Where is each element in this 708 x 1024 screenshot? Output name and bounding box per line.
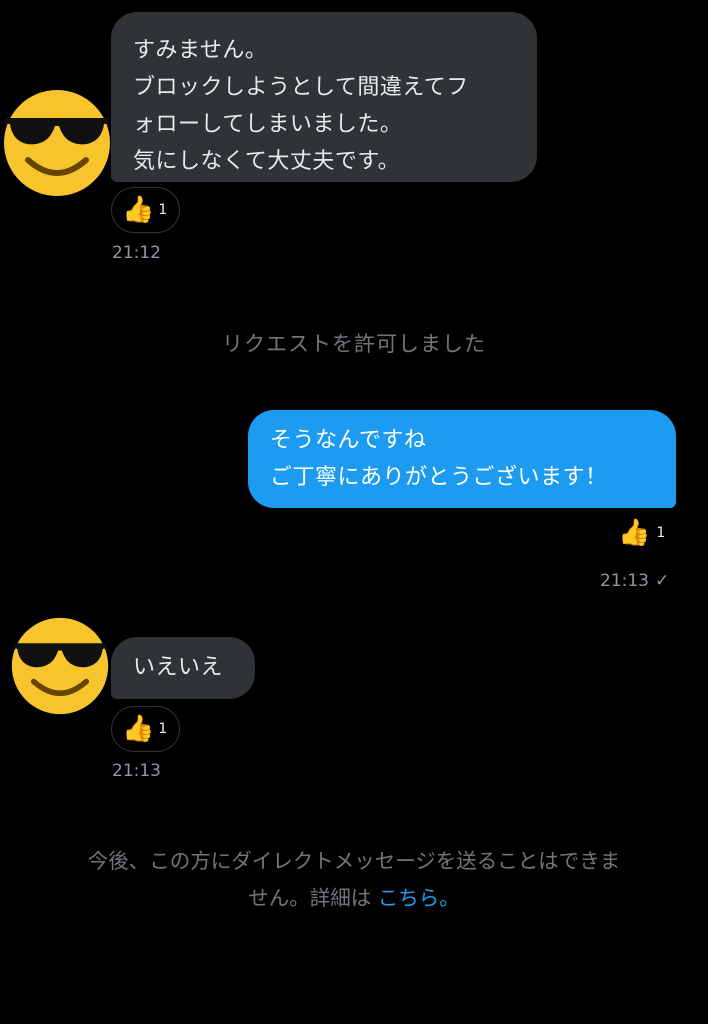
- message-text: いえいえ: [133, 655, 224, 680]
- sunglasses-emoji-icon: [11, 617, 109, 715]
- reaction-badge[interactable]: 👍 1: [111, 706, 181, 752]
- notice-line: 今後、この方にダイレクトメッセージを送ることはできま: [87, 849, 621, 873]
- message-bubble-incoming[interactable]: いえいえ: [111, 637, 255, 699]
- message-timestamp: 21:13: [112, 761, 161, 781]
- details-link[interactable]: こちら。: [378, 886, 460, 910]
- message-text: ォローしてしまいました。: [133, 112, 403, 137]
- thumbs-up-icon: 👍: [122, 195, 155, 225]
- message-timestamp: 21:13: [600, 571, 649, 591]
- message-bubble-incoming[interactable]: すみません。 ブロックしようとして間違えてフ ォローしてしまいました。 気にしな…: [111, 12, 537, 182]
- message-text: そうなんですね: [270, 428, 427, 453]
- reaction-count: 1: [656, 525, 666, 541]
- message-text: 気にしなくて大丈夫です。: [133, 149, 401, 174]
- reaction-count: 1: [158, 202, 168, 218]
- sender-avatar[interactable]: [2, 88, 112, 198]
- notice-text: せん。詳細は: [248, 886, 372, 910]
- message-text: ブロックしようとして間違えてフ: [133, 75, 469, 100]
- message-bubble-outgoing[interactable]: そうなんですね ご丁寧にありがとうございます！: [248, 410, 676, 508]
- message-text: ご丁寧にありがとうございます！: [270, 465, 608, 490]
- sender-avatar[interactable]: [10, 616, 110, 716]
- notice-line: せん。詳細は こちら。: [0, 880, 708, 917]
- message-timestamp: 21:12: [112, 243, 161, 263]
- message-text: すみません。: [133, 38, 268, 63]
- thumbs-up-icon: 👍: [618, 518, 651, 548]
- reaction-count: 1: [158, 721, 168, 737]
- sunglasses-emoji-icon: [4, 90, 110, 196]
- thumbs-up-icon: 👍: [122, 714, 155, 744]
- checkmark-icon: ✓: [655, 571, 670, 591]
- dm-restriction-notice: 今後、この方にダイレクトメッセージを送ることはできま せん。詳細は こちら。: [0, 843, 708, 917]
- reaction-badge[interactable]: 👍 1: [618, 520, 665, 546]
- system-notice: リクエストを許可しました: [222, 332, 486, 356]
- reaction-badge[interactable]: 👍 1: [111, 187, 181, 233]
